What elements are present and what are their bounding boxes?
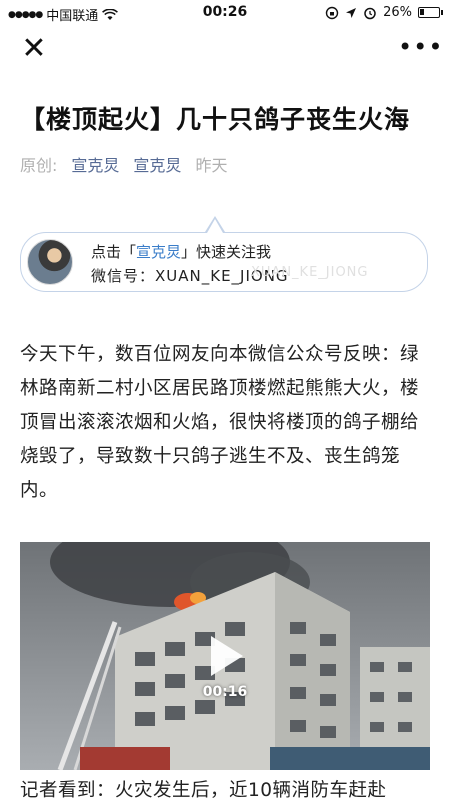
account-link[interactable]: 宣克炅	[133, 152, 181, 176]
follow-name[interactable]: 宣克炅	[136, 243, 181, 261]
article-title: 【楼顶起火】几十只鸽子丧生火海	[20, 105, 411, 134]
follow-prompt: 点击「宣克炅」快速关注我	[91, 241, 271, 262]
publish-date: 昨天	[195, 156, 228, 175]
original-label: 原创:	[20, 156, 58, 175]
article-paragraph-2: 记者看到：火灾发生后，近10辆消防车赶赴	[20, 780, 387, 800]
video-duration: 00:16	[202, 684, 248, 700]
avatar	[27, 239, 73, 285]
follow-suffix: 」快速关注我	[181, 243, 272, 261]
battery-icon	[418, 7, 443, 18]
more-icon[interactable]: •••	[398, 34, 442, 64]
article-meta: 原创: 宣克炅 宣克炅 昨天	[20, 152, 227, 176]
nav-bar: ✕ •••	[0, 26, 450, 76]
battery-percent: 26%	[383, 5, 412, 20]
lock-rotation-icon	[325, 6, 339, 19]
article-paragraph-1: 今天下午，数百位网友向本微信公众号反映：绿林路南新二村小区居民路顶楼燃起熊熊大火…	[20, 344, 420, 501]
follow-card-notch-fill	[207, 219, 223, 233]
follow-card[interactable]: 点击「宣克炅」快速关注我 微信号：XUAN_KE_JIONG XUAN_KE_J…	[20, 232, 428, 292]
follow-prefix: 点击「	[91, 243, 137, 261]
video-player[interactable]: 00:16	[20, 542, 430, 770]
status-right: 26%	[325, 5, 443, 20]
battery-fill	[420, 9, 424, 15]
status-bar: ●●●●● 中国联通 00:26 26%	[0, 0, 450, 26]
close-icon[interactable]: ✕	[20, 34, 48, 64]
play-icon[interactable]	[205, 636, 245, 676]
wechat-id-watermark: XUAN_KE_JIONG	[251, 265, 369, 280]
alarm-icon	[364, 7, 376, 19]
author-link[interactable]: 宣克炅	[71, 152, 119, 176]
location-icon	[346, 7, 357, 18]
